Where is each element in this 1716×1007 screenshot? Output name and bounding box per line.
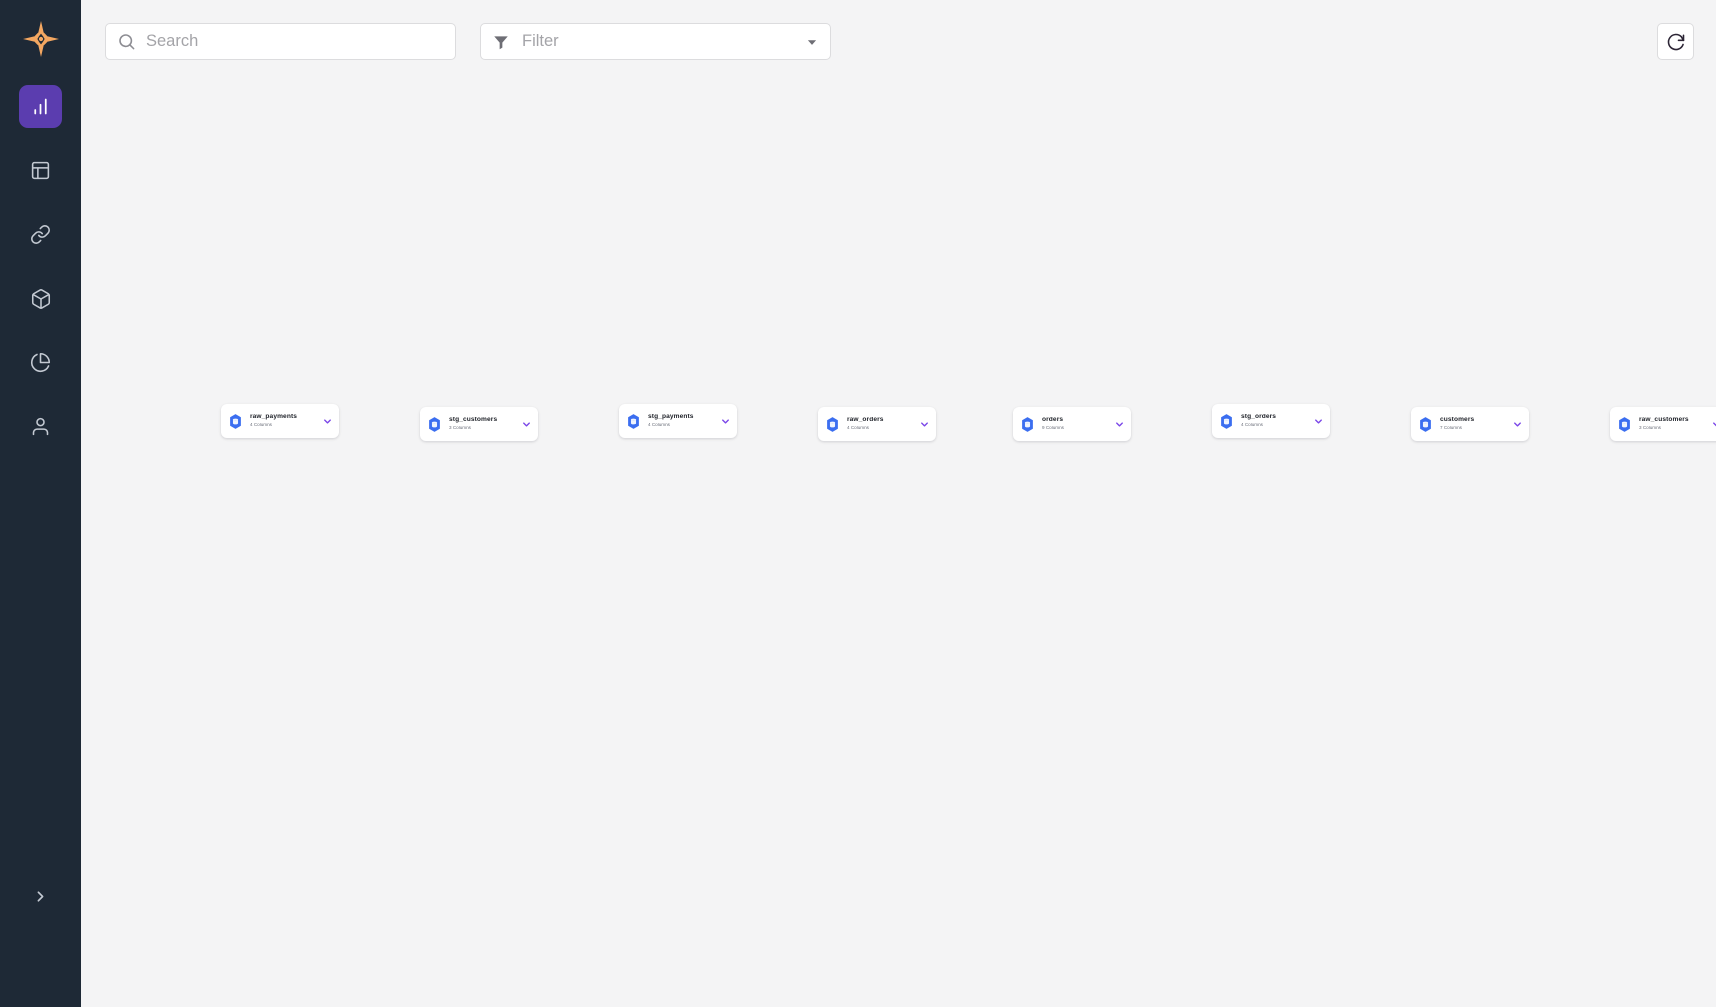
lineage-node-card[interactable]: raw_customers 3 Columns [1610, 407, 1716, 441]
sidebar [0, 0, 81, 1007]
bar-chart-icon [30, 96, 51, 117]
lineage-node-name: stg_orders [1241, 414, 1311, 421]
sidebar-item-reports[interactable] [19, 341, 62, 384]
lineage-node-text: customers 7 Columns [1440, 417, 1510, 431]
lineage-node-card[interactable]: stg_payments 4 Columns [619, 404, 737, 438]
sidebar-nav [0, 85, 81, 469]
filter-icon [492, 33, 510, 51]
sidebar-item-tables[interactable] [19, 149, 62, 192]
chevron-down-icon[interactable] [519, 419, 533, 430]
lineage-node-column-count: 7 Columns [1440, 426, 1510, 431]
main-content: Filter raw_payments 4 Columns stg_customer… [81, 0, 1716, 1007]
app-root: Filter raw_payments 4 Columns stg_customer… [0, 0, 1716, 1007]
lineage-node-card[interactable]: orders 9 Columns [1013, 407, 1131, 441]
lineage-node-column-count: 3 Columns [1639, 426, 1709, 431]
sidebar-expand-button[interactable] [0, 881, 81, 911]
sidebar-item-models[interactable] [19, 277, 62, 320]
lineage-node-name: stg_payments [648, 414, 718, 421]
cube-icon [30, 288, 52, 310]
lineage-node-name: customers [1440, 417, 1510, 424]
lineage-node-text: orders 9 Columns [1042, 417, 1112, 431]
lineage-node-card[interactable]: stg_orders 4 Columns [1212, 404, 1330, 438]
chevron-down-icon[interactable] [718, 416, 732, 427]
caret-down-icon [805, 35, 819, 49]
lineage-node-name: orders [1042, 417, 1112, 424]
hexagon-database-icon [1415, 414, 1435, 434]
table-layout-icon [30, 160, 51, 181]
lineage-node-card[interactable]: customers 7 Columns [1411, 407, 1529, 441]
hexagon-database-icon [1614, 414, 1634, 434]
sidebar-item-account[interactable] [19, 405, 62, 448]
lineage-graph-canvas[interactable]: raw_payments 4 Columns stg_customers 3 Colu… [81, 78, 1716, 1007]
search-icon [117, 32, 136, 51]
lineage-node-card[interactable]: stg_customers 3 Columns [420, 407, 538, 441]
search-input[interactable] [146, 32, 444, 51]
lineage-node-text: stg_orders 4 Columns [1241, 414, 1311, 428]
chevron-down-icon[interactable] [917, 419, 931, 430]
sidebar-item-connections[interactable] [19, 213, 62, 256]
filter-dropdown[interactable]: Filter [480, 23, 831, 60]
refresh-icon [1666, 32, 1686, 52]
chevron-right-icon [32, 888, 49, 905]
hexagon-database-icon [822, 414, 842, 434]
hexagon-database-icon [1216, 411, 1236, 431]
pie-chart-icon [30, 352, 51, 373]
filter-value: Filter [522, 32, 805, 51]
lineage-node-text: raw_customers 3 Columns [1639, 417, 1709, 431]
lineage-node-name: stg_customers [449, 417, 519, 424]
lineage-node-card[interactable]: raw_payments 4 Columns [221, 404, 339, 438]
lineage-node-column-count: 3 Columns [449, 426, 519, 431]
link-icon [30, 224, 51, 245]
lineage-node-name: raw_customers [1639, 417, 1709, 424]
chevron-down-icon[interactable] [1510, 419, 1524, 430]
lineage-node-name: raw_orders [847, 417, 917, 424]
compass-star-logo-icon[interactable] [17, 15, 65, 63]
search-box[interactable] [105, 23, 456, 60]
user-icon [30, 416, 51, 437]
hexagon-database-icon [225, 411, 245, 431]
chevron-down-icon[interactable] [320, 416, 334, 427]
lineage-node-text: raw_payments 4 Columns [250, 414, 320, 428]
chevron-down-icon[interactable] [1311, 416, 1325, 427]
lineage-node-column-count: 4 Columns [1241, 423, 1311, 428]
lineage-node-name: raw_payments [250, 414, 320, 421]
refresh-button[interactable] [1657, 23, 1694, 60]
chevron-down-icon[interactable] [1709, 419, 1716, 430]
sidebar-item-dashboard[interactable] [19, 85, 62, 128]
lineage-node-column-count: 4 Columns [250, 423, 320, 428]
hexagon-database-icon [1017, 414, 1037, 434]
lineage-node-text: stg_payments 4 Columns [648, 414, 718, 428]
chevron-down-icon[interactable] [1112, 419, 1126, 430]
lineage-node-text: raw_orders 4 Columns [847, 417, 917, 431]
lineage-node-card[interactable]: raw_orders 4 Columns [818, 407, 936, 441]
lineage-node-column-count: 9 Columns [1042, 426, 1112, 431]
lineage-node-column-count: 4 Columns [648, 423, 718, 428]
hexagon-database-icon [623, 411, 643, 431]
toolbar: Filter [81, 0, 1716, 78]
lineage-node-text: stg_customers 3 Columns [449, 417, 519, 431]
lineage-node-column-count: 4 Columns [847, 426, 917, 431]
hexagon-database-icon [424, 414, 444, 434]
